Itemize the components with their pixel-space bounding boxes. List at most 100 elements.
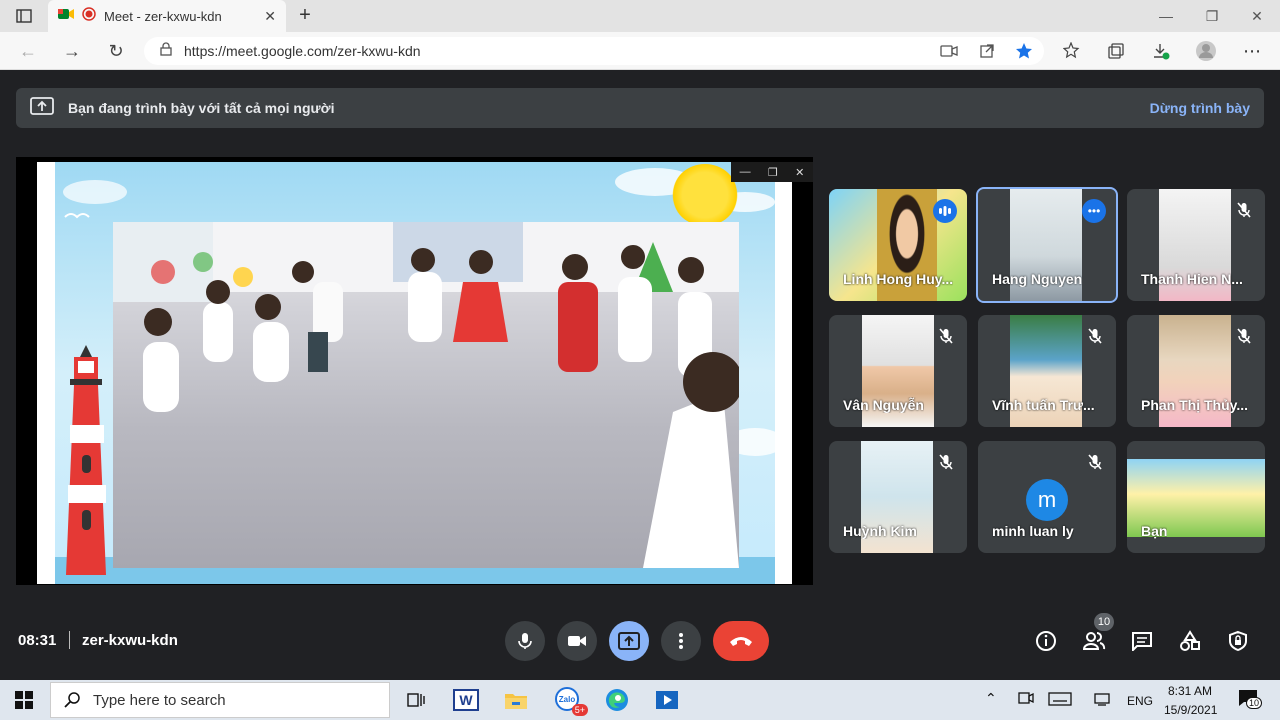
bookmark-star-icon[interactable] bbox=[1013, 40, 1035, 62]
search-icon bbox=[64, 692, 80, 708]
participant-tile-self[interactable]: Bạn bbox=[1127, 441, 1265, 553]
close-tab-icon[interactable]: ✕ bbox=[264, 8, 276, 25]
participant-tile[interactable]: Phan Thị Thủy... bbox=[1127, 315, 1265, 427]
browser-tab-bar: Meet - zer-kxwu-kdn ✕ + — ❐ ✕ bbox=[0, 0, 1280, 32]
new-tab-button[interactable]: + bbox=[294, 5, 316, 27]
minimize-share-icon[interactable]: — bbox=[740, 166, 751, 178]
network-tray-icon[interactable] bbox=[1094, 692, 1110, 711]
close-window-button[interactable]: ✕ bbox=[1234, 0, 1280, 32]
divider bbox=[69, 631, 70, 649]
close-share-icon[interactable]: ✕ bbox=[795, 166, 804, 179]
camera-button[interactable] bbox=[557, 621, 597, 661]
stop-presenting-button[interactable]: Dừng trình bày bbox=[1150, 100, 1250, 116]
more-options-icon[interactable]: ••• bbox=[1082, 199, 1106, 223]
present-now-button[interactable] bbox=[609, 621, 649, 661]
collections-icon[interactable] bbox=[1105, 40, 1127, 62]
refresh-button[interactable]: ↻ bbox=[104, 40, 128, 62]
participant-tile[interactable]: ••• Hang Nguyen bbox=[976, 187, 1118, 303]
edge-browser-button[interactable] bbox=[601, 684, 633, 716]
svg-text:Zalo: Zalo bbox=[559, 695, 576, 704]
profile-avatar[interactable] bbox=[1195, 40, 1217, 62]
task-view-icon bbox=[407, 693, 425, 707]
lighthouse-graphic bbox=[60, 345, 112, 575]
participant-tile[interactable]: Linh Hong Huy... bbox=[829, 189, 967, 301]
camera-in-use-icon[interactable] bbox=[938, 40, 960, 62]
participant-tile[interactable]: Vĩnh tuấn Trư... bbox=[978, 315, 1116, 427]
mic-off-icon bbox=[1084, 325, 1106, 347]
speaking-indicator-icon bbox=[933, 199, 957, 223]
mic-off-icon bbox=[1084, 451, 1106, 473]
participant-name: Bạn bbox=[1141, 523, 1168, 539]
chat-button[interactable] bbox=[1128, 627, 1156, 655]
participant-name: Thanh Hien N... bbox=[1141, 271, 1243, 287]
notification-count: 10 bbox=[1246, 697, 1263, 709]
show-hidden-icons-icon[interactable]: ⌃ bbox=[985, 690, 997, 707]
participant-name: Vân Nguyễn bbox=[843, 397, 924, 413]
chat-icon bbox=[1132, 632, 1152, 651]
lock-icon bbox=[160, 41, 172, 61]
input-language[interactable]: ENG bbox=[1127, 694, 1153, 708]
back-button[interactable]: ← bbox=[16, 40, 40, 62]
keyboard-tray-icon[interactable] bbox=[1048, 692, 1072, 711]
meet-favicon-icon bbox=[58, 7, 74, 26]
mic-off-icon bbox=[935, 325, 957, 347]
participants-button[interactable] bbox=[1080, 627, 1108, 655]
restore-share-icon[interactable]: ❐ bbox=[768, 166, 778, 179]
leave-call-button[interactable] bbox=[713, 621, 769, 661]
info-icon bbox=[1036, 631, 1056, 651]
microphone-button[interactable] bbox=[505, 621, 545, 661]
taskbar-search-box[interactable]: Type here to search bbox=[50, 682, 390, 718]
participant-tile[interactable]: m minh luan ly bbox=[978, 441, 1116, 553]
participant-tile[interactable]: Vân Nguyễn bbox=[829, 315, 967, 427]
participant-name: minh luan ly bbox=[992, 523, 1074, 539]
zalo-notification-badge: 5+ bbox=[571, 704, 588, 716]
present-screen-icon bbox=[30, 96, 54, 121]
tab-title: Meet - zer-kxwu-kdn bbox=[104, 8, 222, 24]
system-date[interactable]: 15/9/2021 bbox=[1164, 703, 1217, 717]
classroom-photo bbox=[113, 222, 739, 568]
participant-name: Hang Nguyen bbox=[992, 271, 1083, 287]
favorites-icon[interactable] bbox=[1061, 40, 1083, 62]
shield-lock-icon bbox=[1229, 630, 1247, 652]
participant-tile[interactable]: Thanh Hien N... bbox=[1127, 189, 1265, 301]
more-options-button[interactable] bbox=[661, 621, 701, 661]
address-bar[interactable]: https://meet.google.com/zer-kxwu-kdn bbox=[144, 37, 1044, 65]
more-vert-icon bbox=[679, 633, 683, 649]
camera-icon bbox=[568, 636, 586, 646]
zalo-app-button[interactable]: Zalo 5+ bbox=[552, 684, 588, 716]
folder-icon bbox=[505, 694, 527, 709]
word-icon: W bbox=[453, 689, 479, 711]
meeting-code: zer-kxwu-kdn bbox=[82, 632, 178, 649]
media-app-button[interactable] bbox=[651, 684, 683, 716]
participant-name: Linh Hong Huy... bbox=[843, 271, 954, 287]
file-explorer-button[interactable] bbox=[500, 684, 532, 716]
downloads-icon[interactable] bbox=[1150, 40, 1172, 62]
browser-tab[interactable]: Meet - zer-kxwu-kdn ✕ bbox=[48, 0, 286, 32]
media-player-icon bbox=[656, 691, 678, 709]
windows-logo-icon bbox=[15, 691, 33, 709]
more-menu-icon[interactable]: ⋯ bbox=[1241, 40, 1263, 62]
people-icon bbox=[1082, 632, 1106, 650]
maximize-button[interactable]: ❐ bbox=[1189, 0, 1235, 32]
present-screen-icon bbox=[618, 632, 640, 650]
minimize-button[interactable]: — bbox=[1143, 0, 1189, 32]
windows-start-button[interactable] bbox=[8, 684, 40, 716]
edge-icon bbox=[606, 689, 628, 711]
participant-name: Huỳnh Kim bbox=[843, 523, 917, 539]
participant-count-badge: 10 bbox=[1094, 613, 1114, 631]
activities-button[interactable] bbox=[1176, 627, 1204, 655]
host-controls-button[interactable] bbox=[1224, 627, 1252, 655]
task-view-button[interactable] bbox=[400, 684, 432, 716]
sun-graphic bbox=[672, 164, 738, 226]
share-window-controls[interactable]: — ❐ ✕ bbox=[731, 162, 813, 182]
meet-now-tray-icon[interactable] bbox=[1018, 690, 1034, 711]
meeting-details-button[interactable] bbox=[1032, 627, 1060, 655]
tab-actions-icon[interactable] bbox=[8, 6, 40, 26]
system-time[interactable]: 8:31 AM bbox=[1168, 684, 1212, 698]
open-in-app-icon[interactable] bbox=[976, 40, 998, 62]
notification-center-button[interactable]: 10 bbox=[1238, 689, 1263, 712]
mic-off-icon bbox=[1233, 325, 1255, 347]
participant-tile[interactable]: Huỳnh Kim bbox=[829, 441, 967, 553]
forward-button[interactable]: → bbox=[60, 40, 84, 62]
word-app-button[interactable]: W bbox=[450, 684, 482, 716]
